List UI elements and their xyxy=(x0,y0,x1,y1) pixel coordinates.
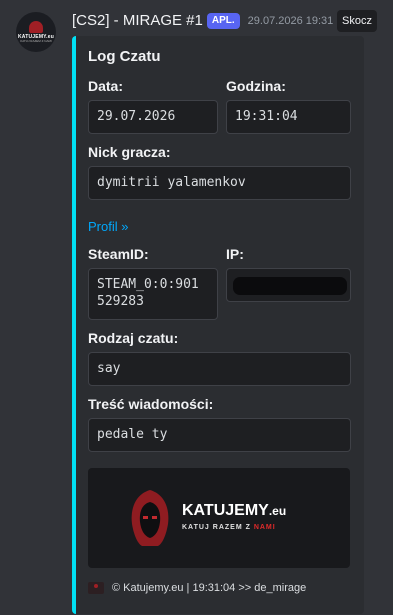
embed-title: Log Czatu xyxy=(88,48,161,65)
avatar-subtext: KATUJ RAZEM Z NAMI xyxy=(20,38,52,43)
redaction-mark xyxy=(233,277,347,295)
brand-name: KATUJEMY xyxy=(182,502,269,519)
date-value: 29.07.2026 xyxy=(88,100,218,134)
chat-log-embed: Log Czatu Data: 29.07.2026 Godzina: 19:3… xyxy=(72,36,364,614)
nick-value: dymitrii yalamenkov xyxy=(88,166,351,200)
message-label: Treść wiadomości: xyxy=(88,396,214,412)
footer-text: © Katujemy.eu | 19:31:04 >> de_mirage xyxy=(112,582,307,594)
hood-logo-icon xyxy=(29,20,43,33)
message-value: pedale ty xyxy=(88,418,351,452)
brand-tagline: KATUJ RAZEM Z NAMI xyxy=(182,524,276,531)
brand-suffix: .eu xyxy=(268,504,287,518)
app-badge: APL. xyxy=(206,12,240,29)
time-label: Godzina: xyxy=(226,78,286,94)
avatar[interactable]: KATUJEMY.eu KATUJ RAZEM Z NAMI xyxy=(16,12,56,52)
time-value: 19:31:04 xyxy=(226,100,351,134)
brand-logo-text: KATUJEMY.eu xyxy=(182,502,286,520)
steamid-label: SteamID: xyxy=(88,246,149,262)
jump-button[interactable]: Skocz xyxy=(337,10,377,32)
message-header: [CS2] - MIRAGE #1 APL. 29.07.2026 19:31 xyxy=(72,12,333,29)
chat-type-value: say xyxy=(88,352,351,386)
embed-footer: © Katujemy.eu | 19:31:04 >> de_mirage xyxy=(88,582,306,594)
date-label: Data: xyxy=(88,78,124,94)
steamid-value: STEAM_0:0:901 529283 xyxy=(88,268,218,320)
profile-link[interactable]: Profil » xyxy=(88,219,128,234)
nick-label: Nick gracza: xyxy=(88,144,171,160)
message-timestamp: 29.07.2026 19:31 xyxy=(247,14,334,27)
footer-logo-icon xyxy=(88,582,104,594)
embed-image-banner[interactable]: KATUJEMY.eu KATUJ RAZEM Z NAMI xyxy=(88,468,350,568)
hood-logo-icon xyxy=(131,490,169,546)
author-name[interactable]: [CS2] - MIRAGE #1 xyxy=(72,12,203,29)
tagline-highlight: NAMI xyxy=(253,524,276,531)
ip-label: IP: xyxy=(226,246,244,262)
ip-value xyxy=(226,268,351,302)
tagline-prefix: KATUJ RAZEM Z xyxy=(182,524,254,531)
chat-type-label: Rodzaj czatu: xyxy=(88,330,179,346)
